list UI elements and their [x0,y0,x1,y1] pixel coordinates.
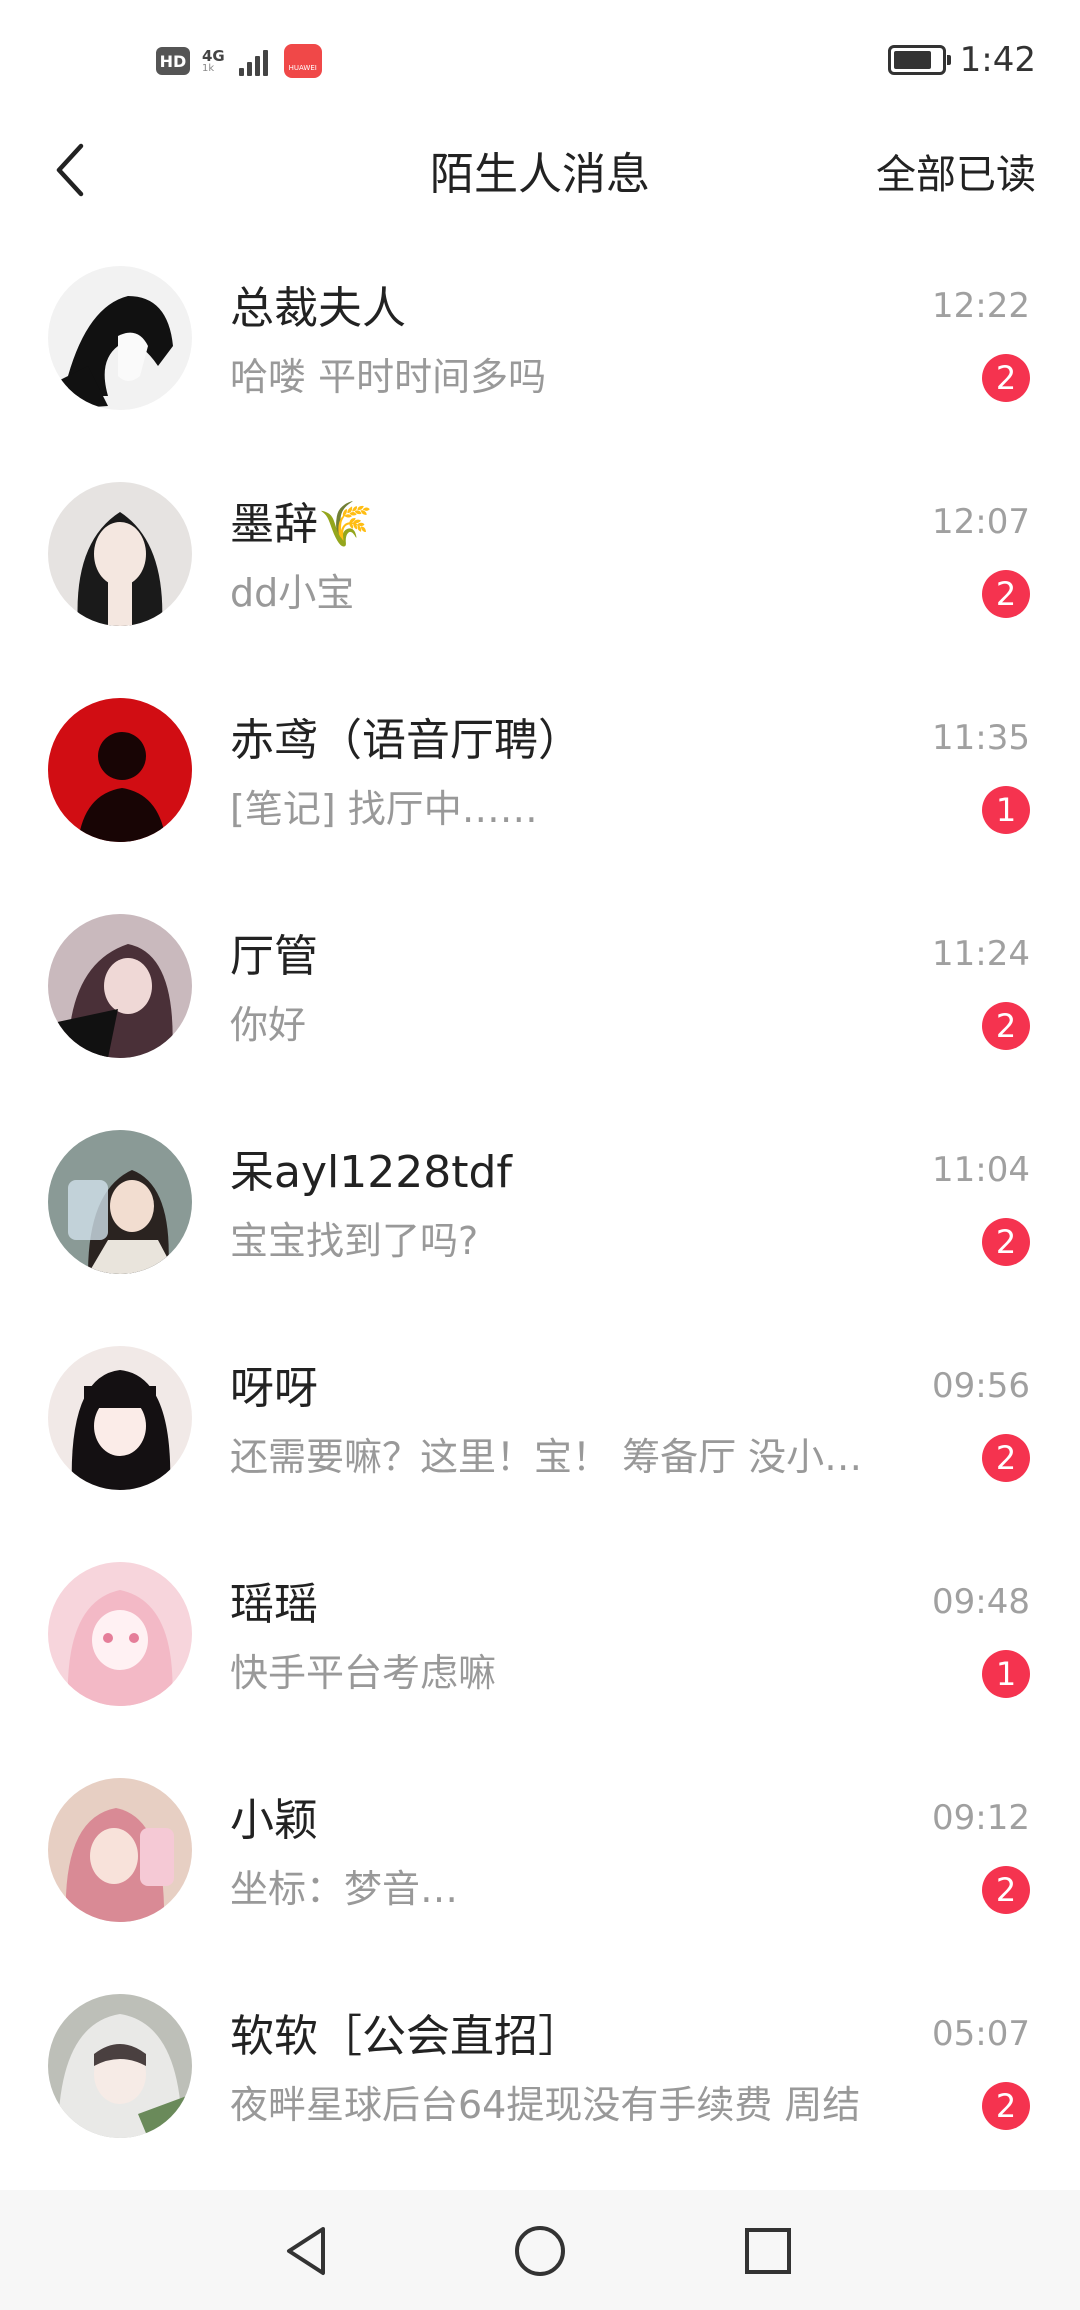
avatar[interactable] [48,482,192,626]
circle-home-icon [515,2226,565,2276]
network-speed: 1k [202,62,215,74]
message-time: 11:24 [932,934,1030,974]
nav-home-button[interactable] [505,2216,575,2286]
contact-name: 瑶瑶 [230,1579,318,1630]
unread-badge: 2 [982,1866,1030,1914]
message-item[interactable]: 厅管 你好 11:24 2 [0,900,1080,1116]
message-preview: 你好 [230,1003,307,1047]
message-preview: 还需要嘛？这里！宝！ 筹备厅 没小… [230,1435,863,1479]
avatar[interactable] [48,914,192,1058]
message-preview: [笔记] 找厅中…… [230,787,538,831]
contact-name: 呆ayl1228tdf [230,1147,512,1198]
network-type: 4G [202,46,225,65]
avatar[interactable] [48,1994,192,2138]
message-time: 11:04 [932,1150,1030,1190]
contact-name: 软软［公会直招］ [230,2011,582,2062]
system-nav-bar [0,2190,1080,2310]
status-time: 1:42 [959,40,1036,80]
message-item[interactable]: 软软［公会直招］ 夜畔星球后台64提现没有手续费 周结 05:07 2 [0,1980,1080,2196]
message-item[interactable]: 赤鸢（语音厅聘） [笔记] 找厅中…… 11:35 1 [0,684,1080,900]
nav-bar: 陌生人消息 全部已读 [0,120,1080,220]
message-item[interactable]: 总裁夫人 哈喽 平时时间多吗 12:22 2 [0,252,1080,468]
message-time: 12:22 [932,286,1030,326]
status-bar: HD 4G 1k HUAWEI 1:42 [0,0,1080,120]
avatar[interactable] [48,1346,192,1490]
avatar[interactable] [48,698,192,842]
contact-name: 呀呀 [230,1363,318,1414]
contact-name: 赤鸢（语音厅聘） [230,715,582,766]
nav-recent-button[interactable] [733,2216,803,2286]
contact-name: 小颖 [230,1795,318,1846]
avatar[interactable] [48,1130,192,1274]
message-time: 11:35 [932,718,1030,758]
network-indicator: 4G 1k [202,46,225,74]
status-right: 1:42 [887,40,1036,80]
status-left: HD 4G 1k HUAWEI [156,44,322,78]
triangle-back-icon [287,2227,325,2275]
message-preview: 哈喽 平时时间多吗 [230,355,547,399]
signal-icon [238,46,268,76]
contact-name: 墨辞🌾 [230,499,373,550]
unread-badge: 2 [982,1434,1030,1482]
screen: HD 4G 1k HUAWEI 1:42 陌生人消息 全部已读 总裁夫人 哈喽 … [0,0,1080,2310]
message-item[interactable]: 呆ayl1228tdf 宝宝找到了吗? 11:04 2 [0,1116,1080,1332]
avatar[interactable] [48,266,192,410]
huawei-app-icon: HUAWEI [283,44,322,78]
message-item[interactable]: 小颖 坐标：梦音… 09:12 2 [0,1764,1080,1980]
square-recent-icon [745,2228,791,2274]
message-time: 05:07 [932,2014,1030,2054]
message-time: 09:48 [932,1582,1030,1622]
message-preview: dd小宝 [230,571,355,615]
message-item[interactable]: 墨辞🌾 dd小宝 12:07 2 [0,468,1080,684]
message-time: 09:12 [932,1798,1030,1838]
message-list: 总裁夫人 哈喽 平时时间多吗 12:22 2 墨辞🌾 dd小宝 12:07 2 … [0,252,1080,2196]
message-preview: 宝宝找到了吗? [230,1219,479,1263]
contact-name: 厅管 [230,931,318,982]
hd-icon: HD [156,47,190,75]
message-item[interactable]: 呀呀 还需要嘛？这里！宝！ 筹备厅 没小… 09:56 2 [0,1332,1080,1548]
unread-badge: 1 [982,1650,1030,1698]
nav-back-button[interactable] [272,2216,342,2286]
avatar[interactable] [48,1562,192,1706]
unread-badge: 2 [982,354,1030,402]
avatar[interactable] [48,1778,192,1922]
message-time: 12:07 [932,502,1030,542]
message-preview: 夜畔星球后台64提现没有手续费 周结 [230,2083,861,2127]
message-preview: 坐标：梦音… [230,1867,459,1911]
unread-badge: 2 [982,1218,1030,1266]
contact-name: 总裁夫人 [230,283,406,334]
message-time: 09:56 [932,1366,1030,1406]
message-item[interactable]: 瑶瑶 快手平台考虑嘛 09:48 1 [0,1548,1080,1764]
battery-icon [887,45,951,75]
message-preview: 快手平台考虑嘛 [230,1651,497,1695]
unread-badge: 2 [982,2082,1030,2130]
mark-all-read-button[interactable]: 全部已读 [876,142,1036,200]
unread-badge: 1 [982,786,1030,834]
unread-badge: 2 [982,570,1030,618]
unread-badge: 2 [982,1002,1030,1050]
